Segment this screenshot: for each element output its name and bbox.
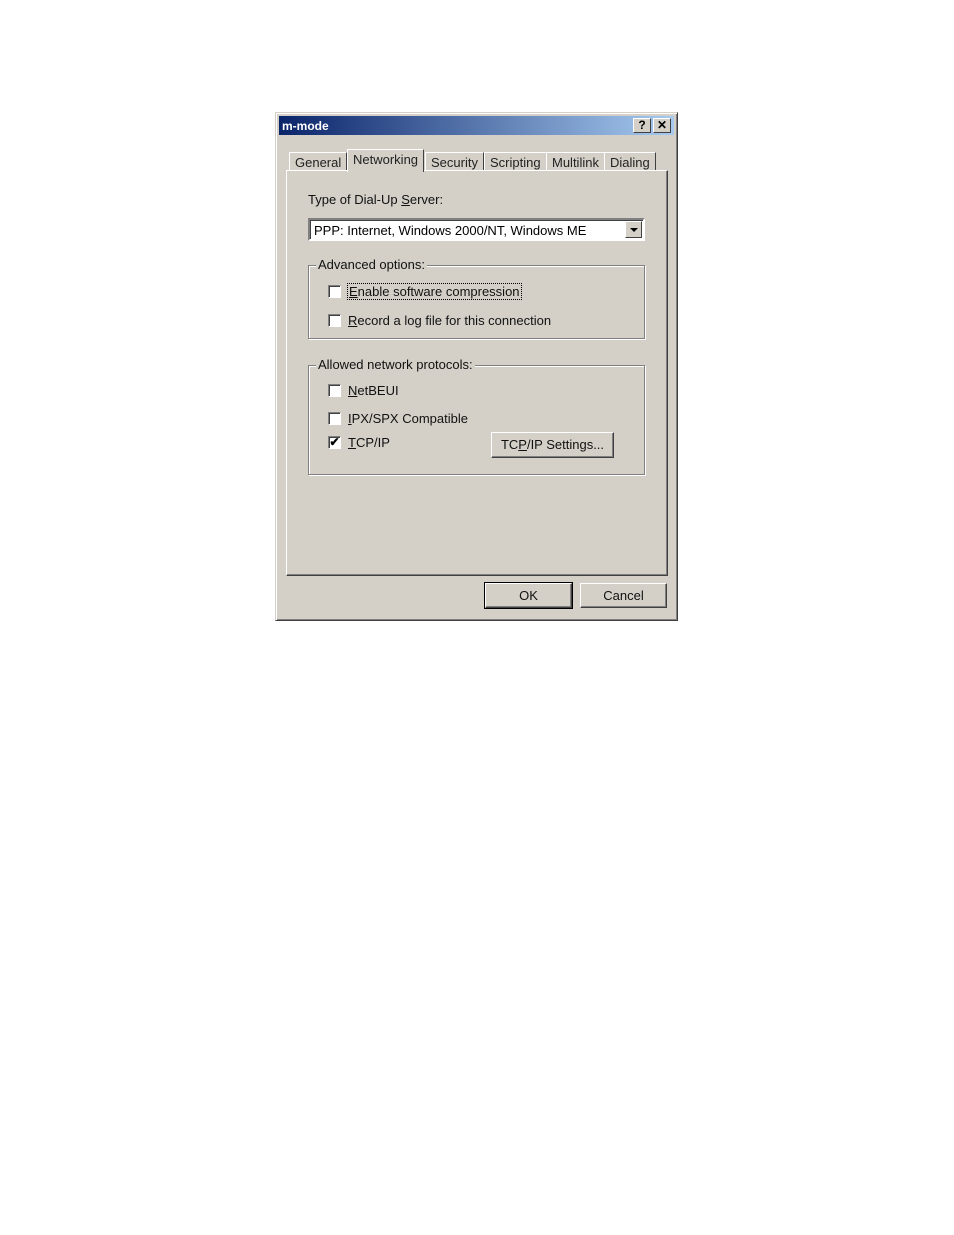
checkbox-box[interactable] (328, 384, 341, 397)
advanced-options-legend: Advanced options: (316, 257, 427, 272)
tab-multilink[interactable]: Multilink (546, 152, 605, 171)
tab-networking[interactable]: Networking (347, 149, 425, 172)
netbeui-checkbox[interactable]: NetBEUI (328, 383, 399, 398)
network-protocols-legend: Allowed network protocols: (316, 357, 475, 372)
chevron-down-icon[interactable] (625, 221, 642, 238)
checkbox-box[interactable] (328, 314, 341, 327)
cancel-button[interactable]: Cancel (580, 583, 667, 608)
tab-dialing[interactable]: Dialing (604, 152, 656, 171)
tcpip-checkbox[interactable]: ✔ TCP/IP (328, 435, 390, 450)
tab-scripting[interactable]: Scripting (484, 152, 547, 171)
window-title: m-mode (282, 119, 329, 133)
checkmark-icon: ✔ (329, 435, 340, 449)
enable-compression-checkbox[interactable]: Enable software compression (328, 283, 522, 300)
close-icon: ✕ (656, 118, 668, 132)
tcpip-settings-button[interactable]: TCP/IP Settings... (491, 432, 614, 458)
record-log-checkbox[interactable]: Record a log file for this connection (328, 313, 551, 328)
server-type-value: PPP: Internet, Windows 2000/NT, Windows … (314, 223, 587, 238)
checkbox-box[interactable] (328, 412, 341, 425)
dialog-window: m-mode ? ✕ General Networking Security S… (275, 112, 678, 621)
checkbox-box[interactable]: ✔ (328, 436, 341, 449)
close-button[interactable]: ✕ (653, 118, 671, 133)
network-protocols-group: Allowed network protocols: NetBEUI IPX/S… (308, 357, 645, 475)
ok-button[interactable]: OK (484, 582, 573, 609)
ipx-spx-checkbox[interactable]: IPX/SPX Compatible (328, 411, 468, 426)
help-button[interactable]: ? (633, 118, 651, 133)
server-type-label: Type of Dial-Up Server: (308, 192, 444, 207)
title-bar[interactable]: m-mode ? ✕ (279, 116, 674, 135)
advanced-options-group: Advanced options: Enable software compre… (308, 257, 645, 339)
checkbox-box[interactable] (328, 285, 341, 298)
tab-general[interactable]: General (289, 152, 348, 171)
tab-security[interactable]: Security (425, 152, 484, 171)
server-type-dropdown[interactable]: PPP: Internet, Windows 2000/NT, Windows … (308, 218, 645, 241)
